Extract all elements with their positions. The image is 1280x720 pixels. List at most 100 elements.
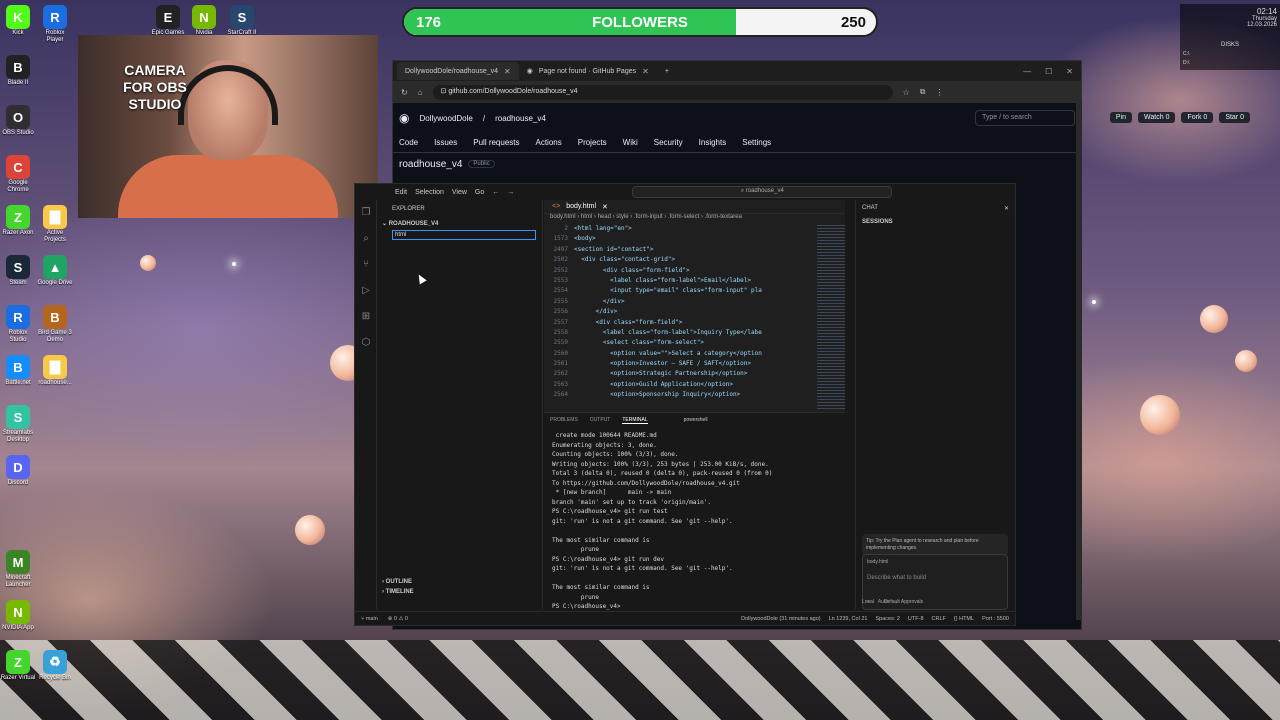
desktop-icon[interactable]: ▲ Google Drive: [37, 255, 73, 287]
reload-icon[interactable]: ↻: [401, 88, 408, 97]
desktop-icon[interactable]: B Battle.net: [0, 355, 36, 387]
close-icon[interactable]: ✕: [504, 67, 511, 76]
code-line[interactable]: 2556 </div>: [544, 308, 845, 318]
workspace-root[interactable]: ⌄ ROADHOUSE_V4: [378, 218, 542, 229]
github-search-input[interactable]: Type / to search: [975, 110, 1075, 126]
code-line[interactable]: 2 <html lang="en">: [544, 225, 845, 235]
outline-section[interactable]: › OUTLINE: [382, 577, 414, 587]
extensions-icon[interactable]: ⊞: [355, 304, 377, 330]
desktop-icon[interactable]: N NVIDIA App: [0, 600, 36, 632]
code-line[interactable]: 1573 <body>: [544, 235, 845, 245]
status-item[interactable]: DollywoodDole (31 minutes ago): [741, 616, 820, 622]
status-item[interactable]: CRLF: [932, 616, 946, 622]
repo-nav-wiki[interactable]: Wiki: [623, 138, 638, 147]
desktop-icon[interactable]: D Discord: [0, 455, 36, 487]
remote-icon[interactable]: ⬡: [355, 330, 377, 356]
repo-owner-link[interactable]: DollywoodDole: [419, 114, 472, 123]
back-icon[interactable]: ←: [492, 189, 499, 196]
run-debug-icon[interactable]: ▷: [355, 278, 377, 304]
close-window-icon[interactable]: ✕: [1066, 67, 1073, 76]
tab-problems[interactable]: PROBLEMS: [550, 417, 578, 423]
desktop-icon[interactable]: C Google Chrome: [0, 155, 36, 194]
new-file-input[interactable]: html: [392, 230, 536, 240]
terminal-output[interactable]: create mode 100644 README.md Enumerating…: [544, 427, 845, 616]
code-line[interactable]: 2557 <div class="form-field">: [544, 319, 845, 329]
code-line[interactable]: 2553 <label class="form-label">Email</la…: [544, 277, 845, 287]
menu-edit[interactable]: Edit: [395, 189, 407, 196]
breadcrumb[interactable]: body.html › html › head › style › .form-…: [544, 214, 845, 225]
url-field[interactable]: ⊡ github.com/DollywoodDole/roadhouse_v4: [432, 84, 893, 100]
menu-icon[interactable]: ⋮: [935, 88, 943, 97]
shell-selector[interactable]: powershell: [684, 417, 708, 423]
code-line[interactable]: 2558 <label class="form-label">Inquiry T…: [544, 329, 845, 339]
desktop-icon[interactable]: N Nvidia: [186, 5, 222, 37]
repo-nav-projects[interactable]: Projects: [578, 138, 607, 147]
desktop-icon[interactable]: Z Razer Virtual: [0, 650, 36, 682]
code-line[interactable]: 2563 <option>Guild Application</option>: [544, 381, 845, 391]
browser-tab[interactable]: DollywoodDole/roadhouse_v4 ✕: [397, 62, 519, 80]
bookmark-icon[interactable]: ☆: [903, 88, 910, 97]
new-tab-button[interactable]: +: [657, 62, 677, 80]
status-item[interactable]: Ln 1239, Col 21: [829, 616, 868, 622]
close-icon[interactable]: ✕: [642, 67, 649, 76]
minimize-icon[interactable]: —: [1023, 67, 1031, 76]
menu-selection[interactable]: Selection: [415, 189, 444, 196]
repo-name-link[interactable]: roadhouse_v4: [495, 114, 546, 123]
desktop-icon[interactable]: E Epic Games: [150, 5, 186, 37]
desktop-icon[interactable]: K Kick: [0, 5, 36, 37]
close-icon[interactable]: ✕: [1004, 205, 1009, 212]
browser-tab[interactable]: ◉ Page not found · GitHub Pages ✕: [519, 62, 657, 80]
code-line[interactable]: 2502 <div class="contact-grid">: [544, 256, 845, 266]
repo-nav-insights[interactable]: Insights: [699, 138, 727, 147]
code-line[interactable]: 2560 <option value="">Select a category<…: [544, 350, 845, 360]
desktop-icon[interactable]: ♻ Recycle Bin: [37, 650, 73, 682]
source-control-icon[interactable]: ⑂: [355, 252, 377, 278]
github-logo-icon[interactable]: ◉: [399, 111, 409, 125]
timeline-section[interactable]: › TIMELINE: [382, 587, 414, 597]
extensions-icon[interactable]: ⧉: [920, 87, 926, 97]
home-icon[interactable]: ⌂: [418, 88, 423, 97]
code-line[interactable]: 2497 <section id="contact">: [544, 246, 845, 256]
command-center[interactable]: ⌕ roadhouse_v4: [632, 186, 893, 198]
menu-view[interactable]: View: [452, 189, 467, 196]
desktop-icon[interactable]: B Blade II: [0, 55, 36, 87]
code-line[interactable]: 2554 <input type="email" class="form-inp…: [544, 287, 845, 297]
files-icon[interactable]: ❐: [355, 200, 377, 226]
close-icon[interactable]: ✕: [602, 203, 608, 211]
status-item[interactable]: Spaces: 2: [875, 616, 899, 622]
repo-action-watch-button[interactable]: Watch 0: [1138, 112, 1176, 123]
desktop-icon[interactable]: R Roblox Player: [37, 5, 73, 44]
status-item[interactable]: UTF-8: [908, 616, 924, 622]
code-line[interactable]: 2564 <option>Sponsorship Inquiry</option…: [544, 391, 845, 401]
code-line[interactable]: 2561 <option>Investor — SAFE / SAFT</opt…: [544, 360, 845, 370]
desktop-icon[interactable]: ▇ Active Projects: [37, 205, 73, 244]
desktop-icon[interactable]: S StarCraft II: [224, 5, 260, 37]
code-line[interactable]: 2559 <select class="form-select">: [544, 339, 845, 349]
editor-tab[interactable]: <> body.html ✕: [544, 200, 845, 214]
desktop-icon[interactable]: S Steam: [0, 255, 36, 287]
location-selector[interactable]: Local: [862, 599, 874, 605]
repo-nav-settings[interactable]: Settings: [742, 138, 771, 147]
code-line[interactable]: 2552 <div class="form-field">: [544, 267, 845, 277]
status-item[interactable]: Port : 5500: [982, 616, 1009, 622]
minimap[interactable]: [817, 225, 845, 410]
desktop-icon[interactable]: ▇ roadhouse...: [37, 355, 73, 387]
desktop-icon[interactable]: B Bird Game 3 Demo: [37, 305, 73, 344]
repo-action-pin-button[interactable]: Pin: [1109, 112, 1133, 123]
tab-terminal[interactable]: TERMINAL: [622, 417, 648, 424]
browser-scrollbar[interactable]: [1076, 100, 1082, 620]
code-editor[interactable]: <> body.html ✕ body.html › html › head ›…: [544, 200, 845, 412]
repo-nav-pull-requests[interactable]: Pull requests: [473, 138, 519, 147]
desktop-icon[interactable]: S Streamlabs Desktop: [0, 405, 36, 444]
desktop-icon[interactable]: Z Razer Axon: [0, 205, 36, 237]
code-line[interactable]: 2555 </div>: [544, 298, 845, 308]
status-item[interactable]: {} HTML: [954, 616, 974, 622]
search-icon[interactable]: ⌕: [355, 226, 377, 252]
code-line[interactable]: 2562 <option>Strategic Partnership</opti…: [544, 370, 845, 380]
tab-output[interactable]: OUTPUT: [590, 417, 611, 423]
chat-context-file[interactable]: body.html: [867, 559, 1003, 565]
repo-nav-actions[interactable]: Actions: [536, 138, 562, 147]
desktop-icon[interactable]: M Minecraft Launcher: [0, 550, 36, 589]
approvals-selector[interactable]: Default Approvals: [884, 599, 923, 605]
desktop-icon[interactable]: R Roblox Studio: [0, 305, 36, 344]
